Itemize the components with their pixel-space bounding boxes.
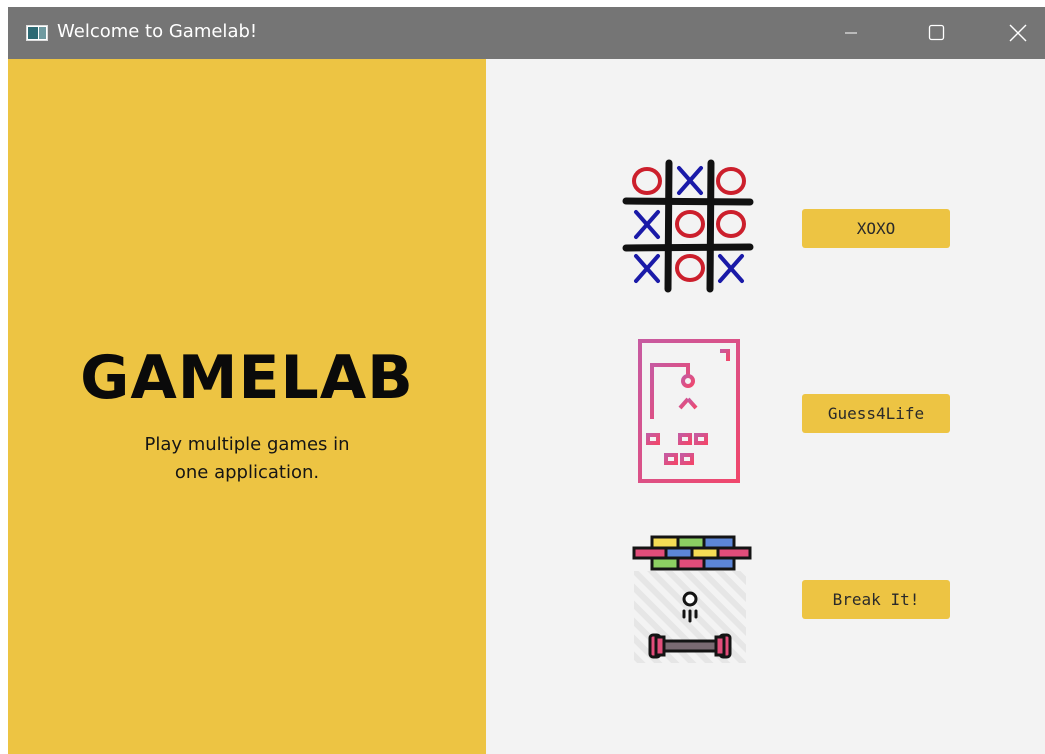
tagline-line-1: Play multiple games in	[144, 434, 350, 455]
maximize-button[interactable]	[902, 7, 968, 59]
minimize-icon	[845, 32, 857, 34]
game-button-break-it[interactable]: Break It!	[802, 580, 950, 619]
title-bar[interactable]: Welcome to Gamelab!	[8, 7, 1045, 59]
tagline: Play multiple games in one application.	[127, 431, 367, 487]
game-button-guess4life[interactable]: Guess4Life	[802, 394, 950, 433]
tic-tac-toe-icon	[622, 159, 754, 293]
app-logo: GAMELAB	[80, 343, 414, 413]
games-panel: XOXO Guess4Life Break It!	[486, 59, 1045, 754]
hero-panel: GAMELAB Play multiple games in one appli…	[8, 59, 486, 754]
game-button-xoxo[interactable]: XOXO	[802, 209, 950, 248]
app-window: Welcome to Gamelab! GAMELAB Play multipl…	[8, 7, 1045, 754]
app-window-icon	[26, 25, 48, 41]
minimize-button[interactable]	[818, 7, 884, 59]
brick-breaker-icon	[632, 535, 752, 663]
window-title: Welcome to Gamelab!	[57, 21, 258, 42]
maximize-icon	[928, 24, 945, 41]
close-button[interactable]	[984, 7, 1045, 59]
hangman-icon	[638, 339, 740, 483]
close-icon	[1009, 24, 1027, 42]
tagline-line-2: one application.	[174, 462, 320, 483]
